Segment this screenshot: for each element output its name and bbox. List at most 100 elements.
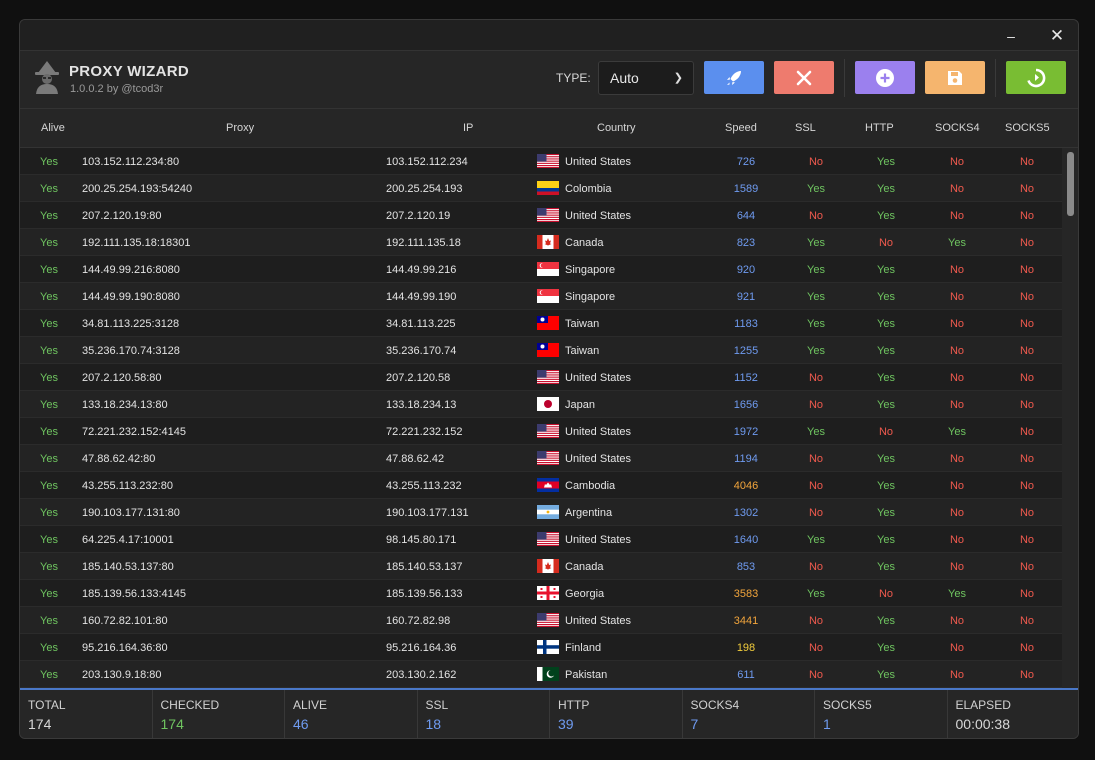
table-row[interactable]: Yes 185.139.56.133:4145 185.139.56.133 Geor… bbox=[20, 580, 1062, 607]
x-icon bbox=[796, 70, 812, 85]
ssl-cell: Yes bbox=[807, 426, 825, 438]
socks4-cell: No bbox=[949, 345, 965, 357]
flag-icon bbox=[537, 154, 559, 168]
country-cell: Singapore bbox=[565, 264, 616, 276]
table-row[interactable]: Yes 95.216.164.36:80 95.216.164.36 Finland 1… bbox=[20, 634, 1062, 661]
flag-icon bbox=[537, 181, 559, 195]
stat-label: ALIVE bbox=[293, 698, 328, 712]
alive-cell: Yes bbox=[40, 588, 58, 600]
socks4-cell: No bbox=[949, 642, 965, 654]
speed-cell: 1589 bbox=[733, 183, 759, 195]
col-socks4[interactable]: SOCKS4 bbox=[935, 122, 980, 134]
table-row[interactable]: Yes 103.152.112.234:80 103.152.112.234 Unit… bbox=[20, 148, 1062, 175]
ip-cell: 144.49.99.190 bbox=[386, 291, 457, 303]
table-row[interactable]: Yes 207.2.120.19:80 207.2.120.19 United Sta… bbox=[20, 202, 1062, 229]
scrollbar[interactable] bbox=[1062, 148, 1078, 688]
country-cell: Argentina bbox=[565, 507, 613, 519]
table-row[interactable]: Yes 72.221.232.152:4145 72.221.232.152 Unit… bbox=[20, 418, 1062, 445]
speed-cell: 853 bbox=[736, 561, 756, 573]
table-row[interactable]: Yes 144.49.99.216:8080 144.49.99.216 Singap… bbox=[20, 256, 1062, 283]
floppy-icon bbox=[948, 70, 962, 85]
table-row[interactable]: Yes 64.225.4.17:10001 98.145.80.171 United … bbox=[20, 526, 1062, 553]
col-http[interactable]: HTTP bbox=[865, 122, 894, 134]
add-button[interactable] bbox=[855, 61, 915, 94]
socks5-cell: No bbox=[1019, 642, 1035, 654]
save-button[interactable] bbox=[925, 61, 985, 94]
socks5-cell: No bbox=[1019, 156, 1035, 168]
alive-cell: Yes bbox=[40, 210, 58, 222]
ssl-cell: No bbox=[808, 669, 824, 681]
ssl-cell: No bbox=[808, 372, 824, 384]
col-alive[interactable]: Alive bbox=[41, 122, 65, 134]
socks4-cell: No bbox=[949, 210, 965, 222]
alive-cell: Yes bbox=[40, 507, 58, 519]
stat-socks4: SOCKS4 7 bbox=[683, 690, 815, 738]
ssl-cell: No bbox=[808, 480, 824, 492]
http-cell: Yes bbox=[877, 480, 895, 492]
flag-icon bbox=[537, 235, 559, 249]
country-cell: Colombia bbox=[565, 183, 612, 195]
table-row[interactable]: Yes 190.103.177.131:80 190.103.177.131 Arge… bbox=[20, 499, 1062, 526]
col-socks5[interactable]: SOCKS5 bbox=[1005, 122, 1050, 134]
socks4-cell: No bbox=[949, 534, 965, 546]
table-row[interactable]: Yes 185.140.53.137:80 185.140.53.137 Canada… bbox=[20, 553, 1062, 580]
table-row[interactable]: Yes 34.81.113.225:3128 34.81.113.225 Taiwan… bbox=[20, 310, 1062, 337]
http-cell: Yes bbox=[877, 156, 895, 168]
title-bar: – ✕ bbox=[20, 20, 1078, 51]
toolbar-divider bbox=[995, 59, 996, 97]
scrollbar-thumb[interactable] bbox=[1067, 152, 1074, 216]
stat-label: TOTAL bbox=[28, 698, 66, 712]
socks4-cell: No bbox=[949, 669, 965, 681]
table-row[interactable]: Yes 47.88.62.42:80 47.88.62.42 United State… bbox=[20, 445, 1062, 472]
table-row[interactable]: Yes 207.2.120.58:80 207.2.120.58 United Sta… bbox=[20, 364, 1062, 391]
table-row[interactable]: Yes 200.25.254.193:54240 200.25.254.193 Col… bbox=[20, 175, 1062, 202]
type-select[interactable]: Auto ❯ bbox=[598, 61, 694, 95]
socks4-cell: No bbox=[949, 615, 965, 627]
stat-label: SSL bbox=[425, 698, 449, 712]
close-button[interactable]: ✕ bbox=[1042, 24, 1072, 48]
table-row[interactable]: Yes 203.130.9.18:80 203.130.2.162 Pakistan 6… bbox=[20, 661, 1062, 688]
col-ssl[interactable]: SSL bbox=[795, 122, 816, 134]
col-country[interactable]: Country bbox=[597, 122, 636, 134]
socks4-cell: No bbox=[949, 561, 965, 573]
table-row[interactable]: Yes 35.236.170.74:3128 35.236.170.74 Taiwan… bbox=[20, 337, 1062, 364]
country-cell: Taiwan bbox=[565, 318, 600, 330]
table-row[interactable]: Yes 133.18.234.13:80 133.18.234.13 Japan 165… bbox=[20, 391, 1062, 418]
table-row[interactable]: Yes 43.255.113.232:80 43.255.113.232 Cambod… bbox=[20, 472, 1062, 499]
col-proxy[interactable]: Proxy bbox=[226, 122, 254, 134]
table-row[interactable]: Yes 160.72.82.101:80 160.72.82.98 United St… bbox=[20, 607, 1062, 634]
alive-cell: Yes bbox=[40, 669, 58, 681]
col-ip[interactable]: IP bbox=[463, 122, 473, 134]
table-row[interactable]: Yes 144.49.99.190:8080 144.49.99.190 Singap… bbox=[20, 283, 1062, 310]
proxy-cell: 190.103.177.131:80 bbox=[82, 507, 180, 519]
refresh-button[interactable] bbox=[1006, 61, 1066, 94]
socks5-cell: No bbox=[1019, 534, 1035, 546]
speed-cell: 1152 bbox=[734, 372, 758, 384]
flag-icon bbox=[537, 343, 559, 357]
proxy-table: Yes 103.152.112.234:80 103.152.112.234 Unit… bbox=[20, 148, 1062, 688]
stop-button[interactable] bbox=[774, 61, 834, 94]
socks4-cell: Yes bbox=[948, 237, 966, 249]
flag-icon bbox=[537, 613, 559, 627]
country-cell: Pakistan bbox=[565, 669, 608, 681]
ip-cell: 203.130.2.162 bbox=[386, 669, 457, 681]
start-button[interactable] bbox=[704, 61, 764, 94]
stat-value: 1 bbox=[823, 716, 831, 732]
minimize-button[interactable]: – bbox=[996, 24, 1026, 48]
alive-cell: Yes bbox=[40, 291, 58, 303]
stat-value: 39 bbox=[558, 716, 574, 732]
country-cell: United States bbox=[565, 426, 632, 438]
col-speed[interactable]: Speed bbox=[725, 122, 757, 134]
ip-cell: 207.2.120.19 bbox=[386, 210, 451, 222]
table-row[interactable]: Yes 192.111.135.18:18301 192.111.135.18 Can… bbox=[20, 229, 1062, 256]
socks5-cell: No bbox=[1019, 480, 1035, 492]
socks5-cell: No bbox=[1019, 210, 1035, 222]
refresh-icon bbox=[1027, 68, 1046, 87]
speed-cell: 1656 bbox=[733, 399, 759, 411]
http-cell: Yes bbox=[877, 372, 895, 384]
speed-cell: 1302 bbox=[733, 507, 759, 519]
speed-cell: 823 bbox=[736, 237, 756, 249]
http-cell: Yes bbox=[877, 183, 895, 195]
type-label: TYPE: bbox=[556, 71, 591, 85]
http-cell: Yes bbox=[877, 507, 895, 519]
